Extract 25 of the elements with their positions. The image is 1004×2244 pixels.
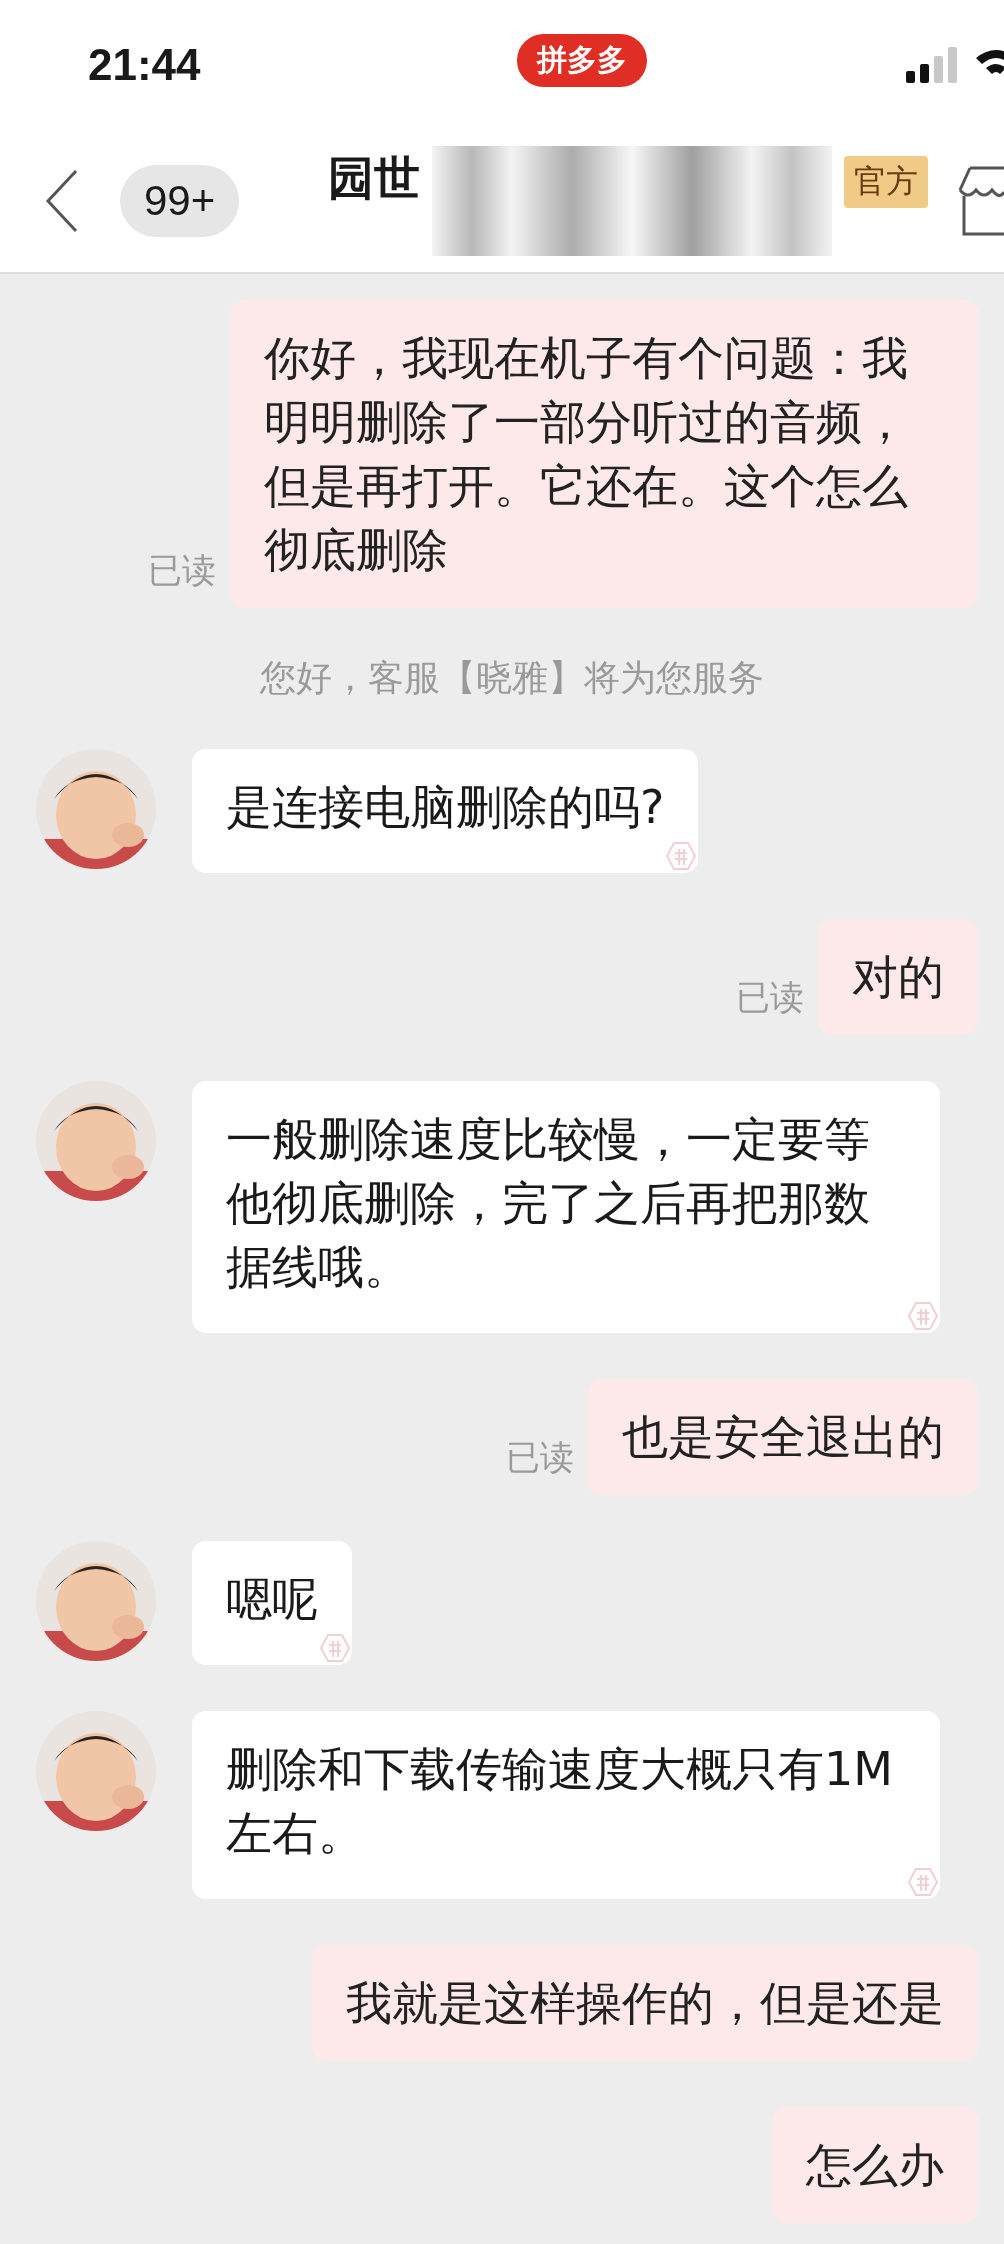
- message-bubble: 一般删除速度比较慢，一定要等他彻底删除，完了之后再把那数据线哦。: [192, 1081, 940, 1333]
- read-receipt: 已读: [148, 549, 216, 592]
- store-icon[interactable]: [956, 164, 1004, 238]
- logo-icon: [666, 841, 697, 871]
- status-time: 21:44: [88, 40, 201, 90]
- logo-icon: [908, 1867, 938, 1897]
- message-bubble: 怎么办: [772, 2107, 978, 2223]
- signal-icon: [906, 47, 960, 83]
- app-badge: 拼多多: [517, 34, 647, 87]
- logo-icon: [908, 1301, 938, 1331]
- official-tag: 官方: [844, 156, 928, 208]
- logo-icon: [320, 1633, 350, 1663]
- message-bubble: 对的: [818, 919, 978, 1035]
- read-receipt: 已读: [736, 976, 804, 1019]
- message-bubble: 嗯呢: [192, 1541, 352, 1665]
- message-bubble: 也是安全退出的: [588, 1379, 978, 1495]
- message-bubble: 你好，我现在机子有个问题：我明明删除了一部分听过的音频，但是再打开。它还在。这个怎么彻底删除: [230, 300, 978, 608]
- shop-name: 园世: [328, 150, 420, 207]
- read-receipt: 已读: [506, 1436, 574, 1479]
- message-bubble: 我就是这样操作的，但是还是: [312, 1945, 978, 2061]
- message-bubble: 删除和下载传输速度大概只有1M左右。: [192, 1711, 940, 1899]
- unread-count-badge[interactable]: 99+: [120, 165, 240, 237]
- message-bubble: 是连接电脑删除的吗?: [192, 749, 699, 873]
- system-notice: 您好，客服【晓雅】将为您服务: [259, 656, 765, 700]
- back-icon[interactable]: [44, 169, 80, 233]
